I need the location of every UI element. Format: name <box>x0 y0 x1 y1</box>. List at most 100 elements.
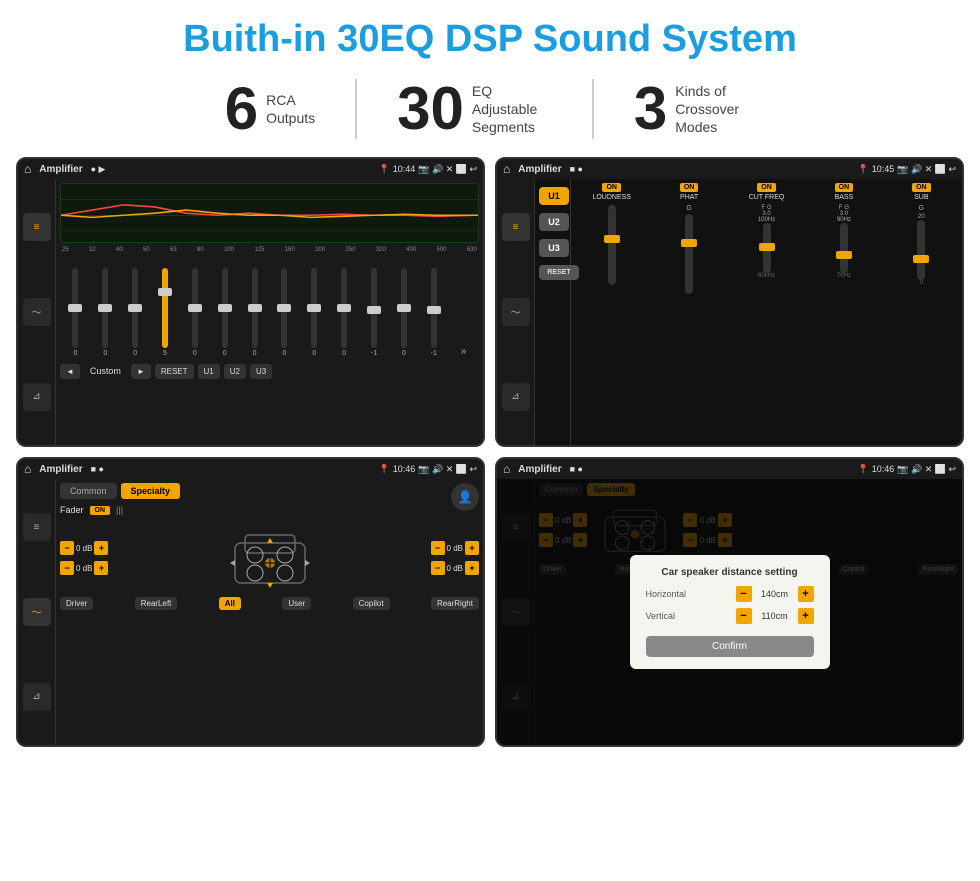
screen-distance: ⌂ Amplifier ■ ● 📍 10:46 📷 🔊 ✕ ⬜ ↩ ≡ 〜 ⊿ … <box>495 457 964 747</box>
status-icons-1: 📍 10:44 📷 🔊 ✕ ⬜ ↩ <box>379 164 477 175</box>
minus-tl[interactable]: − <box>60 541 74 555</box>
eq-slider-12[interactable]: -1 <box>420 268 447 357</box>
on-badge-cutfreq[interactable]: ON <box>757 183 776 192</box>
distance-dialog: Car speaker distance setting Horizontal … <box>630 555 830 669</box>
channel-bass: ON BASS FG 3.0 90Hz 70Hz <box>807 183 880 441</box>
minus-br[interactable]: − <box>431 561 445 575</box>
u3-select-btn[interactable]: U3 <box>539 239 569 257</box>
eq-slider-1[interactable]: 0 <box>92 268 119 357</box>
home-icon-4[interactable]: ⌂ <box>503 462 510 476</box>
fader-row: Fader ON ||| <box>60 505 180 515</box>
eq-main: 253240506380100125160200250320400500630 … <box>56 179 483 445</box>
horizontal-plus-btn[interactable]: + <box>798 586 814 602</box>
sidebar-eq-btn-2[interactable]: ≡ <box>502 213 530 241</box>
on-badge-loudness[interactable]: ON <box>602 183 621 192</box>
loudness-slider[interactable] <box>608 205 616 285</box>
channel-loudness: ON LOUDNESS <box>575 183 648 441</box>
u1-btn-1[interactable]: U1 <box>198 364 220 379</box>
app-name-2: Amplifier <box>518 164 561 175</box>
cutfreq-slider[interactable] <box>763 223 771 273</box>
statusbar-1: ⌂ Amplifier ● ▶ 📍 10:44 📷 🔊 ✕ ⬜ ↩ <box>18 159 483 179</box>
eq-slider-10[interactable]: -1 <box>361 268 388 357</box>
on-badge-phat[interactable]: ON <box>680 183 699 192</box>
next-preset-btn[interactable]: ► <box>131 364 151 379</box>
driver-btn[interactable]: Driver <box>60 597 93 610</box>
vertical-row: Vertical − 110cm + <box>646 608 814 624</box>
horizontal-control: − 140cm + <box>736 586 814 602</box>
minus-tr[interactable]: − <box>431 541 445 555</box>
eq-slider-8[interactable]: 0 <box>301 268 328 357</box>
screen1-body: ≡ 〜 ⊿ 2532405063801001251602002503204005… <box>18 179 483 445</box>
eq-slider-11[interactable]: 0 <box>390 268 417 357</box>
confirm-button[interactable]: Confirm <box>646 636 814 657</box>
crossover-tabs: Common Specialty <box>60 483 180 499</box>
vertical-minus-btn[interactable]: − <box>736 608 752 624</box>
minus-bl[interactable]: − <box>60 561 74 575</box>
bass-slider[interactable] <box>840 223 848 273</box>
stats-row: 6 RCA Outputs 30 EQ Adjustable Segments … <box>0 71 980 151</box>
car-diagram <box>225 523 315 593</box>
u2-select-btn[interactable]: U2 <box>539 213 569 231</box>
time-3: 10:46 <box>393 464 416 474</box>
plus-tl[interactable]: + <box>94 541 108 555</box>
stat-label-rca: RCA Outputs <box>266 91 315 127</box>
dialog-title: Car speaker distance setting <box>646 567 814 578</box>
sidebar-1: ≡ 〜 ⊿ <box>18 179 56 445</box>
eq-slider-0[interactable]: 0 <box>62 268 89 357</box>
settings-icon[interactable]: 👤 <box>451 483 479 511</box>
stat-label-crossover: Kinds of Crossover Modes <box>675 82 755 137</box>
vertical-plus-btn[interactable]: + <box>798 608 814 624</box>
on-badge-sub[interactable]: ON <box>912 183 931 192</box>
u2-btn-1[interactable]: U2 <box>224 364 246 379</box>
sidebar-vol-btn-3[interactable]: ⊿ <box>23 683 51 711</box>
plus-tr[interactable]: + <box>465 541 479 555</box>
plus-br[interactable]: + <box>465 561 479 575</box>
home-icon[interactable]: ⌂ <box>24 162 31 176</box>
eq-slider-4[interactable]: 0 <box>181 268 208 357</box>
sidebar-wave-btn-2[interactable]: 〜 <box>502 298 530 326</box>
horizontal-value: 140cm <box>755 589 795 599</box>
channel-cutfreq: ON CUT FREQ FG 3.0 100Hz 80kHz <box>730 183 803 441</box>
rearright-btn[interactable]: RearRight <box>431 597 479 610</box>
home-icon-3[interactable]: ⌂ <box>24 462 31 476</box>
eq-more-btn[interactable]: » <box>450 346 477 357</box>
phat-slider[interactable] <box>685 214 693 294</box>
eq-slider-2[interactable]: 0 <box>122 268 149 357</box>
eq-slider-5[interactable]: 0 <box>211 268 238 357</box>
channel-label-bass: BASS <box>835 194 854 201</box>
all-btn[interactable]: All <box>219 597 241 610</box>
sidebar-eq-btn-3[interactable]: ≡ <box>23 513 51 541</box>
db-control-tl: − 0 dB + <box>60 541 108 555</box>
eq-slider-6[interactable]: 0 <box>241 268 268 357</box>
u1-select-btn[interactable]: U1 <box>539 187 569 205</box>
sub-slider[interactable] <box>917 220 925 280</box>
sidebar-eq-btn[interactable]: ≡ <box>23 213 51 241</box>
home-icon-2[interactable]: ⌂ <box>503 162 510 176</box>
user-btn[interactable]: User <box>282 597 311 610</box>
prev-preset-btn[interactable]: ◄ <box>60 364 80 379</box>
eq-slider-9[interactable]: 0 <box>331 268 358 357</box>
reset-btn-1[interactable]: RESET <box>155 364 194 379</box>
stat-number-crossover: 3 <box>634 79 667 139</box>
horizontal-minus-btn[interactable]: − <box>736 586 752 602</box>
screen-channels: ⌂ Amplifier ■ ● 📍 10:45 📷 🔊 ✕ ⬜ ↩ ≡ 〜 ⊿ … <box>495 157 964 447</box>
plus-bl[interactable]: + <box>94 561 108 575</box>
on-badge-bass[interactable]: ON <box>835 183 854 192</box>
specialty-tab[interactable]: Specialty <box>121 483 181 499</box>
stat-label-eq: EQ Adjustable Segments <box>472 82 552 137</box>
sidebar-wave-btn-3[interactable]: 〜 <box>23 598 51 626</box>
sidebar-wave-btn[interactable]: 〜 <box>23 298 51 326</box>
preset-name: Custom <box>84 363 127 379</box>
stat-rca: 6 RCA Outputs <box>185 79 357 139</box>
rearleft-btn[interactable]: RearLeft <box>135 597 178 610</box>
u3-btn-1[interactable]: U3 <box>250 364 272 379</box>
fader-on-toggle[interactable]: ON <box>90 506 111 515</box>
eq-slider-3[interactable]: 5 <box>152 268 179 357</box>
time-2: 10:45 <box>872 164 895 174</box>
sidebar-vol-btn[interactable]: ⊿ <box>23 383 51 411</box>
eq-slider-7[interactable]: 0 <box>271 268 298 357</box>
common-tab[interactable]: Common <box>60 483 117 499</box>
u-buttons-col: U1 U2 U3 RESET <box>535 179 571 445</box>
sidebar-vol-btn-2[interactable]: ⊿ <box>502 383 530 411</box>
copilot-btn[interactable]: Copilot <box>353 597 390 610</box>
